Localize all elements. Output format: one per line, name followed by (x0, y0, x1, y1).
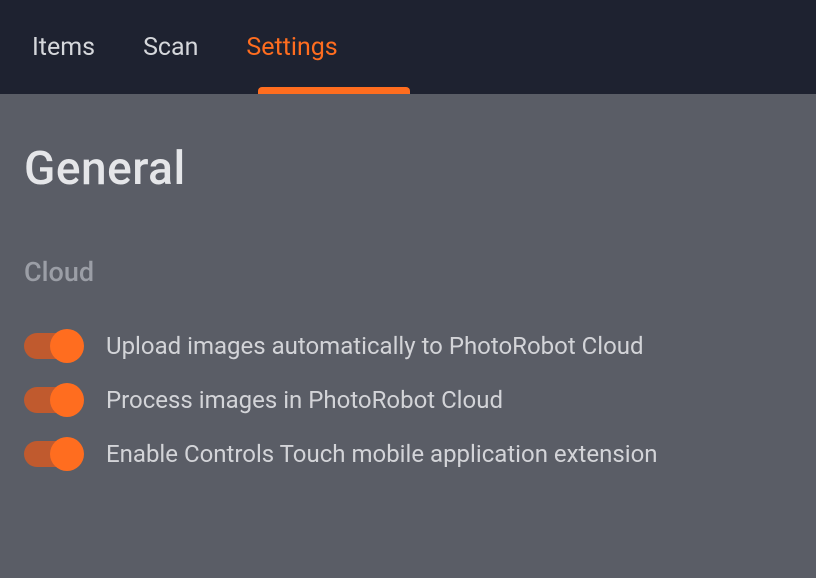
active-tab-indicator (258, 87, 410, 94)
toggle-upload-images[interactable] (24, 333, 82, 359)
tab-bar: Items Scan Settings (0, 0, 816, 94)
settings-content: General Cloud Upload images automaticall… (0, 94, 816, 518)
tab-items[interactable]: Items (32, 25, 95, 70)
toggle-knob (50, 329, 84, 363)
setting-label: Enable Controls Touch mobile application… (106, 440, 658, 468)
section-title-cloud: Cloud (24, 256, 792, 288)
tab-scan[interactable]: Scan (143, 25, 198, 70)
toggle-process-images[interactable] (24, 387, 82, 413)
setting-row-upload: Upload images automatically to PhotoRobo… (24, 332, 792, 360)
tab-settings[interactable]: Settings (246, 25, 337, 70)
setting-label: Upload images automatically to PhotoRobo… (106, 332, 644, 360)
toggle-knob (50, 437, 84, 471)
setting-row-controls-touch: Enable Controls Touch mobile application… (24, 440, 792, 468)
setting-label: Process images in PhotoRobot Cloud (106, 386, 503, 414)
page-title: General (24, 142, 792, 196)
setting-row-process: Process images in PhotoRobot Cloud (24, 386, 792, 414)
toggle-knob (50, 383, 84, 417)
toggle-controls-touch[interactable] (24, 441, 82, 467)
